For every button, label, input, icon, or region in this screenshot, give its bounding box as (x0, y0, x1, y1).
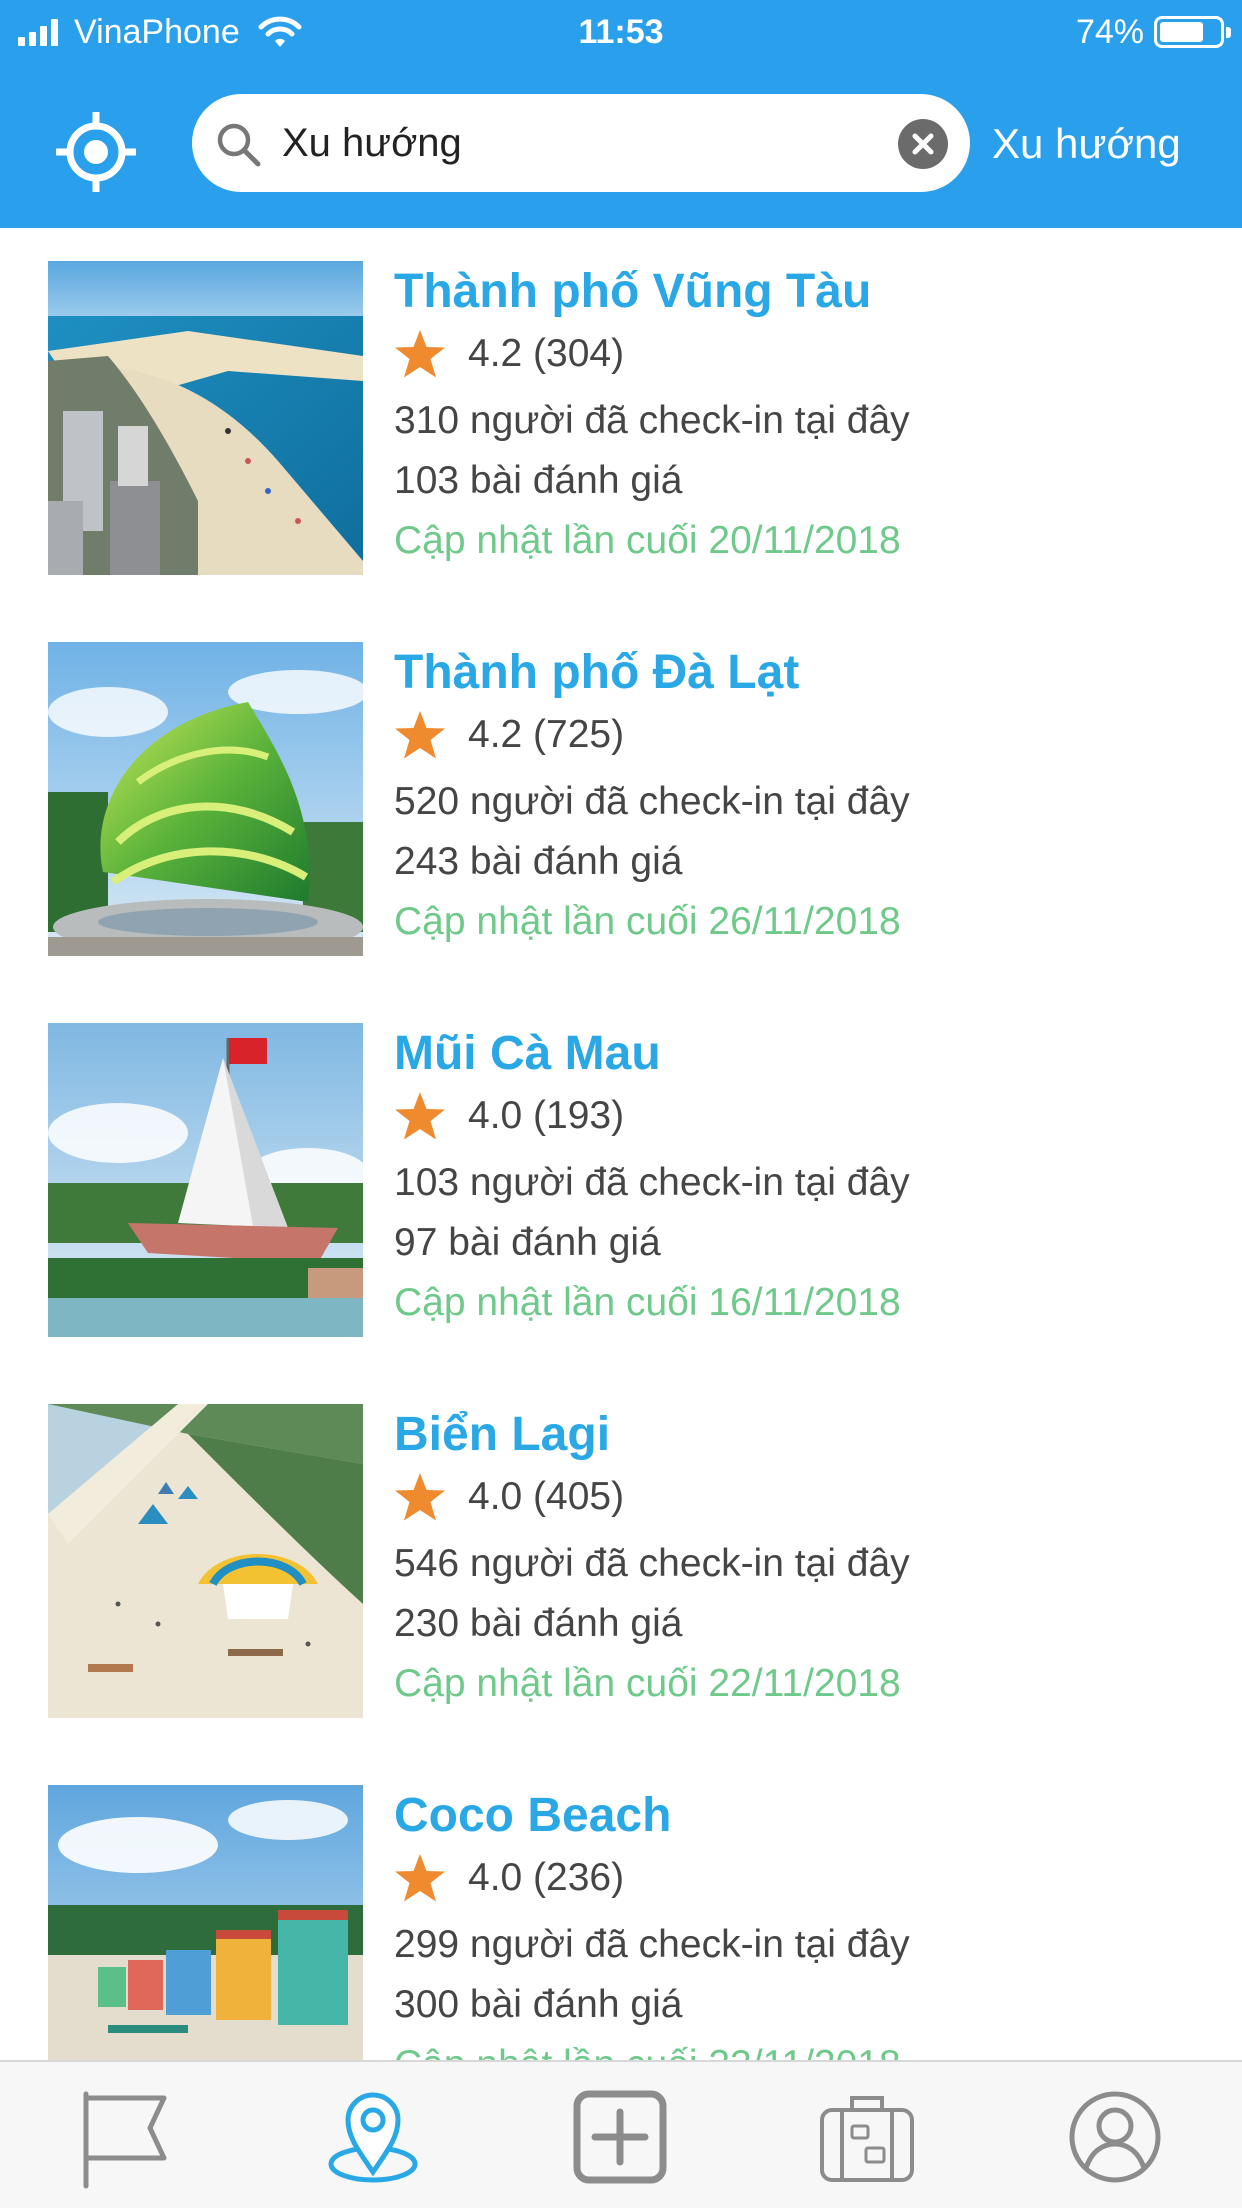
search-input[interactable] (282, 110, 842, 176)
add-square-icon (573, 2090, 667, 2184)
place-checkins: 310 người đã check-in tại đây (394, 399, 910, 442)
app-header: VinaPhone 11:53 74% Xu hướng Xu hướng (0, 0, 1242, 228)
list-item[interactable]: Biển Lagi 4.0 (405) 546 người đã check-i… (0, 1371, 1242, 1752)
place-updated: Cập nhật lần cuối 16/11/2018 (394, 1281, 901, 1324)
place-reviews: 300 bài đánh giá (394, 1983, 683, 2026)
tab-trips[interactable] (812, 2082, 922, 2192)
tab-add[interactable] (565, 2082, 675, 2192)
place-thumbnail (48, 642, 363, 956)
clear-search-button[interactable] (898, 119, 948, 169)
list-item[interactable]: Mũi Cà Mau 4.0 (193) 103 người đã check-… (0, 990, 1242, 1371)
status-bar: VinaPhone 11:53 74% (0, 0, 1242, 64)
place-reviews: 103 bài đánh giá (394, 459, 683, 502)
place-rating: 4.0 (193) (468, 1094, 625, 1137)
place-checkins: 103 người đã check-in tại đây (394, 1161, 910, 1204)
tab-flag[interactable] (72, 2082, 182, 2192)
place-thumbnail (48, 261, 363, 575)
star-icon (395, 711, 445, 759)
star-icon (395, 1092, 445, 1140)
place-reviews: 230 bài đánh giá (394, 1602, 683, 1645)
search-box[interactable] (192, 94, 970, 192)
battery-percent: 74% (1075, 12, 1144, 51)
place-updated: Cập nhật lần cuối 22/11/2018 (394, 1662, 901, 1705)
star-icon (395, 1854, 445, 1902)
user-profile-icon (1069, 2091, 1161, 2183)
place-name[interactable]: Mũi Cà Mau (394, 1023, 1214, 1085)
clock: 11:53 (578, 13, 664, 51)
place-updated: Cập nhật lần cuối 23/11/2018 (394, 2035, 1214, 2060)
tab-bar (0, 2060, 1242, 2208)
flag-icon (83, 2091, 167, 2189)
tab-explore[interactable] (318, 2082, 428, 2192)
place-name[interactable]: Thành phố Đà Lạt (394, 642, 1214, 704)
place-name[interactable]: Thành phố Vũng Tàu (394, 261, 1214, 323)
place-name[interactable]: Biển Lagi (394, 1404, 1214, 1466)
list-item[interactable]: Thành phố Vũng Tàu 4.2 (304) 310 người đ… (0, 228, 1242, 609)
map-pin-icon (328, 2092, 418, 2183)
place-rating: 4.0 (236) (468, 1856, 625, 1899)
place-thumbnail (48, 1404, 363, 1718)
place-name[interactable]: Coco Beach (394, 1785, 1214, 1847)
star-icon (395, 1473, 445, 1521)
place-updated: Cập nhật lần cuối 20/11/2018 (394, 519, 901, 562)
place-reviews: 243 bài đánh giá (394, 840, 683, 883)
places-list: Thành phố Vũng Tàu 4.2 (304) 310 người đ… (0, 228, 1242, 2060)
star-icon (395, 330, 445, 378)
search-icon (217, 123, 261, 167)
suitcase-icon (820, 2096, 914, 2182)
place-checkins: 546 người đã check-in tại đây (394, 1542, 910, 1585)
place-thumbnail (48, 1785, 363, 2060)
place-rating: 4.2 (304) (468, 332, 625, 375)
battery-icon (1154, 16, 1231, 48)
close-icon (912, 133, 934, 155)
list-item[interactable]: Thành phố Đà Lạt 4.2 (725) 520 người đã … (0, 609, 1242, 990)
place-checkins: 520 người đã check-in tại đây (394, 780, 910, 823)
list-item[interactable]: Coco Beach 4.0 (236) 299 người đã check-… (0, 1752, 1242, 2060)
place-thumbnail (48, 1023, 363, 1337)
tab-profile[interactable] (1060, 2082, 1170, 2192)
trending-button[interactable]: Xu hướng (992, 120, 1181, 168)
locate-me-icon[interactable] (54, 110, 138, 194)
place-rating: 4.0 (405) (468, 1475, 625, 1518)
place-updated: Cập nhật lần cuối 26/11/2018 (394, 900, 901, 943)
place-checkins: 299 người đã check-in tại đây (394, 1923, 910, 1966)
place-rating: 4.2 (725) (468, 713, 625, 756)
place-reviews: 97 bài đánh giá (394, 1221, 661, 1264)
